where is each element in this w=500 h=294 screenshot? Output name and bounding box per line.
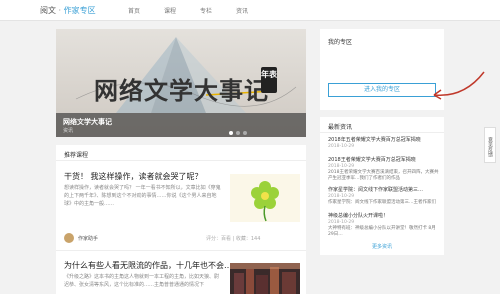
feedback-tab[interactable]: 意见反馈 [484,127,496,163]
news-item-title[interactable]: 神级总编小分队火开课啦！ [328,213,440,220]
carousel-dots [229,131,247,135]
course-meta: 评分：百看 | 收藏：144 [206,236,261,242]
recommended-courses: 推荐课程 干货！ 我这样操作，读者就会哭了呢？ 想读样操作，读者就会哭了吗？ 一… [56,145,306,294]
annotation-arrow [433,71,485,100]
nav-courses[interactable]: 课程 [164,6,200,15]
news-item-date: 2018-10-29 [328,144,355,149]
course-thumbnail[interactable] [230,174,300,222]
news-item-body: 2018王者荣耀文学大赛百溪滴结束，召开四阵，大赛共产生冠亚季军…我们了作者们的… [328,170,439,181]
course-title[interactable]: 为什么有些人看无限流的作品，十几年也不会… [64,260,232,271]
my-zone-title: 我的专区 [328,39,353,46]
news-item-title[interactable]: 2018王者荣耀文学大赛百万总冠军揭晓 [328,157,440,164]
course-desc: 《升级之路》这本书的主角这人物就到一本工程的主角，比如天狼、尉迟恭、张女清等东风… [64,274,220,288]
courses-section-title: 推荐课程 [64,152,89,159]
news-section-title: 最新资讯 [328,124,353,131]
news-item[interactable]: 神级总编小分队火开课啦！ 2018-10-29 大神特有班：神级总编小分队以开讲… [328,213,440,238]
banner-badge: 年表 [261,67,277,93]
course-author[interactable]: 作家助手 [64,233,98,243]
enter-my-zone-button[interactable]: 进入我的专区 [328,83,436,97]
banner-caption-bar: 网络文学大事记 资讯 [56,113,306,137]
nav-home[interactable]: 首页 [128,6,164,15]
nav-columns[interactable]: 专栏 [200,6,236,15]
more-news-link[interactable]: 更多资讯 [320,243,444,250]
main-nav: 首页 课程 专栏 资讯 [128,6,272,15]
section-divider [320,132,444,133]
news-item-title[interactable]: 作家星学院：阅文线下作家联盟活动第三… [328,187,440,194]
news-item[interactable]: 2018年五者荣耀文学大赛百万总冠军揭晓 2018-10-29 [328,137,440,150]
nav-news[interactable]: 资讯 [236,6,272,15]
carousel-dot[interactable] [243,131,247,135]
news-item[interactable]: 作家星学院：阅文线下作家联盟活动第三… 2018-10-29 作家星学院：阅文线… [328,187,440,206]
banner-caption: 网络文学大事记 [63,118,112,126]
banner-subcaption: 资讯 [63,128,74,134]
author-name: 作家助手 [78,235,99,242]
course-title[interactable]: 干货！ 我这样操作，读者就会哭了呢？ [64,171,203,182]
news-item-body: 作家星学院：阅文线下作家联盟活动第三…王者作家们 [328,200,436,205]
section-divider [56,160,306,161]
course-desc: 想读样操作，读者就会哭了吗？ 一年一看书不知所以，文章比如《穿鬼的上下两千年》、… [64,185,221,207]
card-divider [56,250,306,251]
course-thumbnail[interactable] [230,263,300,294]
hero-banner[interactable]: 网络文学大事记 年表 网络文学大事记 资讯 [56,29,306,137]
carousel-dot[interactable] [236,131,240,135]
logo-zone: 作家专区 [63,6,96,15]
avatar [64,233,74,243]
news-item[interactable]: 2018王者荣耀文学大赛百万总冠军揭晓 2018-10-29 2018王者荣耀文… [328,157,440,182]
carousel-dot[interactable] [229,131,233,135]
banner-headline: 网络文学大事记 [94,76,269,105]
site-logo[interactable]: 阅文 · 作家专区 [40,5,96,16]
top-nav-bar: 阅文 · 作家专区 首页 课程 专栏 资讯 [0,0,500,21]
news-item-title[interactable]: 2018年五者荣耀文学大赛百万总冠军揭晓 [328,137,440,144]
latest-news-panel: 最新资讯 2018年五者荣耀文学大赛百万总冠军揭晓 2018-10-29 201… [320,117,444,255]
logo-brand: 阅文 [40,6,56,15]
news-item-body: 大神特有班：神级总编小分队以开讲堂！敬然打卡 8月29日… [328,226,436,237]
logo-separator: · [56,6,64,15]
